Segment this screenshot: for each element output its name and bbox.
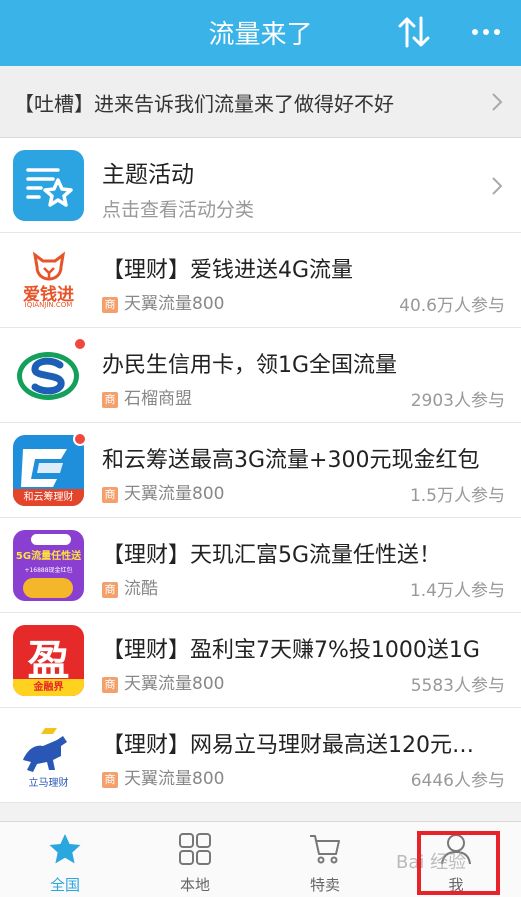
shop-name: 天翼流量800 [124,674,225,694]
chevron-right-icon [492,93,503,111]
participant-count: 1.5万人参与 [409,486,505,506]
highlight-box [417,831,500,895]
participant-count: 6446人参与 [410,771,505,791]
logo-text: 和云筹理财 [13,489,84,506]
tab-label: 全国 [49,876,80,894]
grid-icon [179,833,211,865]
logo-text: 5G流量任性送 [15,551,82,562]
list-item[interactable]: 立马理财 【理财】网易立马理财最高送120元… 商天翼流量800 6446人参与 [0,708,521,803]
item-shop: 商天翼流量800 [102,669,224,694]
tab-label: 本地 [179,876,210,894]
theme-subtitle: 点击查看活动分类 [102,199,255,221]
cart-icon [310,835,340,864]
tab-local[interactable]: 本地 [130,822,260,897]
heyunchou-logo: 和云筹理财 [13,435,84,506]
lima-licai-logo: 立马理财 [13,720,84,791]
list-item[interactable]: 爱钱进 IQIANJIN.COM 【理财】爱钱进送4G流量 商天翼流量800 4… [0,233,521,328]
shop-name: 流酷 [124,579,158,599]
item-title: 办民生信用卡，领1G全国流量 [102,353,398,378]
shop-badge: 商 [102,487,118,503]
item-title: 【理财】爱钱进送4G流量 [102,258,354,283]
logo-subtext: +16888现金红包 [24,567,73,574]
logo-banner [31,534,71,545]
star-icon [49,834,81,864]
unread-dot [73,337,87,351]
shop-badge: 商 [102,677,118,693]
shop-badge: 商 [102,582,118,598]
chevron-right-icon [492,177,503,195]
theme-title: 主题活动 [102,162,194,188]
sort-arrows-icon[interactable] [398,15,430,49]
logo-subtext: 金融界 [13,679,84,696]
list-item[interactable]: 盈 金融界 【理财】盈利宝7天赚7%投1000送1G 商天翼流量800 5583… [0,613,521,708]
unread-dot [73,432,87,446]
item-shop: 商天翼流量800 [102,479,224,504]
item-shop: 商流酷 [102,574,158,599]
item-title: 和云筹送最高3G流量+300元现金红包 [102,448,480,473]
tab-label: 特卖 [309,876,340,894]
minsheng-bank-logo [13,340,84,411]
yinglibao-logo: 盈 金融界 [13,625,84,696]
participant-count: 40.6万人参与 [399,296,505,316]
activity-list: 主题活动 点击查看活动分类 爱钱进 IQIANJIN.COM 【理财】爱钱进送4… [0,138,521,803]
page-title: 流量来了 [208,20,313,50]
tab-sale[interactable]: 特卖 [260,822,390,897]
more-dots-icon[interactable] [470,22,502,42]
feedback-text: 【吐槽】进来告诉我们流量来了做得好不好 [14,92,394,116]
item-shop: 商天翼流量800 [102,289,224,314]
tab-national[interactable]: 全国 [0,822,130,897]
shop-name: 天翼流量800 [124,484,225,504]
shop-badge: 商 [102,772,118,788]
theme-activity-icon [13,150,84,221]
item-shop: 商天翼流量800 [102,764,224,789]
logo-figure [23,578,73,598]
item-title: 【理财】网易立马理财最高送120元… [102,733,474,758]
shop-name: 石榴商盟 [124,389,192,409]
logo-subtext: IQIANJIN.COM [24,301,73,309]
shop-badge: 商 [102,297,118,313]
tianjihuifu-logo: 5G流量任性送 +16888现金红包 [13,530,84,601]
participant-count: 1.4万人参与 [409,581,505,601]
item-shop: 商石榴商盟 [102,384,192,409]
list-item[interactable]: 办民生信用卡，领1G全国流量 商石榴商盟 2903人参与 [0,328,521,423]
iqianjin-logo: 爱钱进 IQIANJIN.COM [13,245,84,316]
shop-badge: 商 [102,392,118,408]
feedback-banner[interactable]: 【吐槽】进来告诉我们流量来了做得好不好 [0,66,521,138]
participant-count: 5583人参与 [410,676,505,696]
item-title: 【理财】盈利宝7天赚7%投1000送1G [102,638,480,663]
theme-activity-row[interactable]: 主题活动 点击查看活动分类 [0,138,521,233]
participant-count: 2903人参与 [410,391,505,411]
logo-text: 立马理财 [28,778,69,789]
shop-name: 天翼流量800 [124,294,225,314]
item-title: 【理财】天玑汇富5G流量任性送！ [102,543,442,568]
shop-name: 天翼流量800 [124,769,225,789]
list-item[interactable]: 和云筹理财 和云筹送最高3G流量+300元现金红包 商天翼流量800 1.5万人… [0,423,521,518]
list-item[interactable]: 5G流量任性送 +16888现金红包 【理财】天玑汇富5G流量任性送！ 商流酷 … [0,518,521,613]
app-header: 流量来了 [0,0,521,66]
